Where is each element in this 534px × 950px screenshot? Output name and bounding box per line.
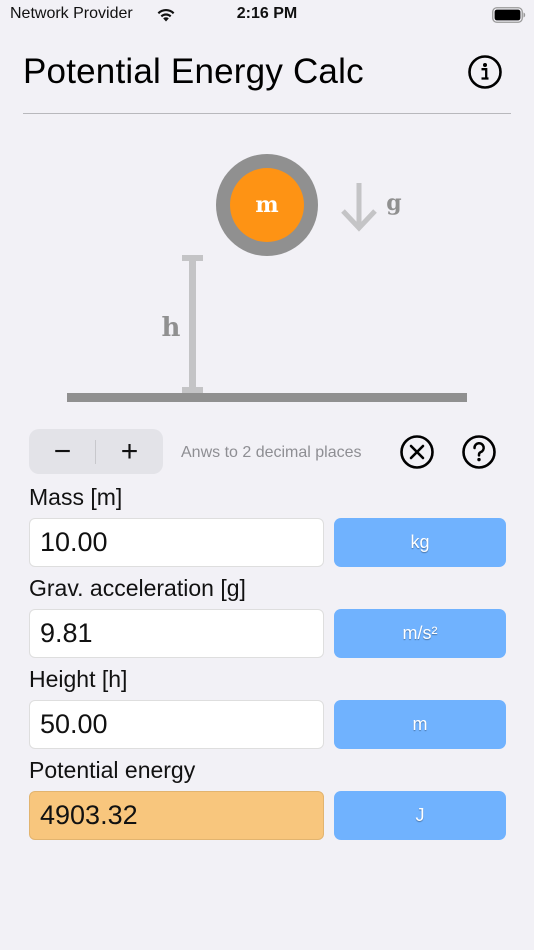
gravity-input[interactable] <box>29 609 324 658</box>
battery-full-icon <box>492 7 526 23</box>
height-label: Height [h] <box>29 666 128 692</box>
increment-button[interactable]: + <box>96 429 163 474</box>
mass-ball: m <box>216 154 318 256</box>
status-bar: Network Provider 2:16 PM <box>0 0 534 30</box>
physics-diagram: m g h <box>67 154 467 402</box>
page-title: Potential Energy Calc <box>23 52 364 91</box>
mass-input[interactable] <box>29 518 324 567</box>
clock: 2:16 PM <box>236 5 298 22</box>
energy-unit-button[interactable]: J <box>334 791 506 840</box>
mass-unit-button[interactable]: kg <box>334 518 506 567</box>
stepper-divider <box>95 440 96 464</box>
gravity-label: g <box>386 190 401 216</box>
controls-row: − + Anws to 2 decimal places <box>29 428 509 474</box>
gravity-label: Grav. acceleration [g] <box>29 575 246 601</box>
height-unit-button[interactable]: m <box>334 700 506 749</box>
gravity-arrow-icon: g <box>341 183 402 232</box>
gravity-unit-button[interactable]: m/s² <box>334 609 506 658</box>
ground-line <box>67 393 467 402</box>
precision-stepper[interactable]: − + <box>29 429 163 474</box>
info-circle-icon[interactable] <box>467 54 503 90</box>
height-marker: h <box>162 255 203 393</box>
decrement-button[interactable]: − <box>29 429 96 474</box>
precision-label: Anws to 2 decimal places <box>181 444 362 461</box>
question-circle-icon[interactable] <box>461 434 497 470</box>
energy-label: Potential energy <box>29 757 196 783</box>
height-label: h <box>162 313 181 343</box>
header: Potential Energy Calc <box>23 48 511 114</box>
energy-result-field[interactable] <box>29 791 324 840</box>
mass-label: m <box>255 192 278 218</box>
xmark-circle-icon[interactable] <box>399 434 435 470</box>
height-input[interactable] <box>29 700 324 749</box>
mass-label: Mass [m] <box>29 484 123 510</box>
